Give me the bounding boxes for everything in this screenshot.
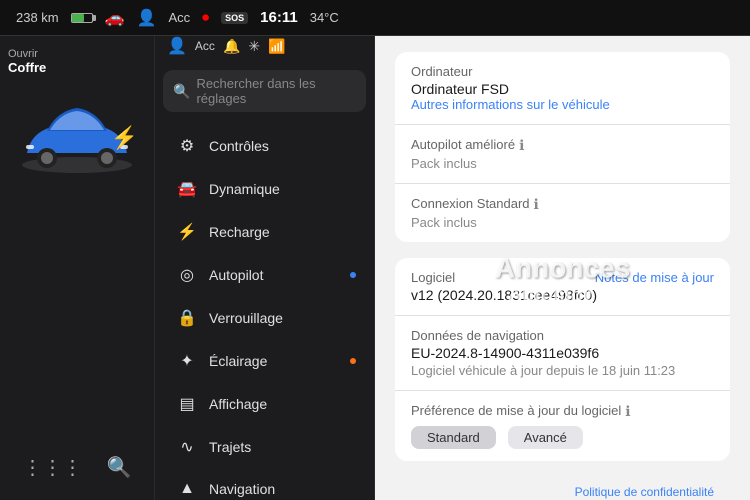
sidebar-label-eclairage: Éclairage (209, 353, 267, 369)
standard-option[interactable]: Standard (411, 426, 496, 449)
connexion-label: Connexion Standard (411, 196, 530, 211)
bell-icon: 🔔 (223, 38, 240, 55)
software-version: v12 (2024.20.1831cee498fc0) (411, 287, 714, 303)
settings-sidebar: 👤 Acc 🔔 ✳ 📶 🔍 Rechercher dans les réglag… (155, 36, 375, 500)
account-label: Acc (168, 10, 190, 25)
software-label: Logiciel (411, 270, 455, 285)
vehicle-info-link[interactable]: Autres informations sur le véhicule (411, 97, 714, 112)
software-header-row: Logiciel Notes de mise à jour (411, 270, 714, 287)
search-placeholder: Rechercher dans les réglages (196, 76, 356, 106)
sidebar-item-recharge[interactable]: ⚡ Recharge (161, 211, 368, 253)
preference-item: Préférence de mise à jour du logiciel ℹ … (395, 391, 730, 461)
sidebar-label-dynamique: Dynamique (209, 181, 280, 197)
computer-label: Ordinateur (411, 64, 714, 79)
sidebar-item-autopilot[interactable]: ◎ Autopilot (161, 254, 368, 296)
battery-indicator (71, 13, 93, 23)
search-bar[interactable]: 🔍 Rechercher dans les réglages (163, 70, 366, 112)
affichage-icon: ▤ (177, 394, 197, 414)
bottom-navigation: ⋮⋮⋮ 🔍 (23, 455, 132, 488)
autopilot-label: Autopilot amélioré (411, 137, 515, 152)
update-options: Standard Avancé (411, 426, 714, 449)
verrouillage-icon: 🔒 (177, 308, 197, 328)
autopilot-info-icon[interactable]: ℹ (519, 137, 524, 154)
autopilot-dot (350, 272, 356, 278)
advanced-option[interactable]: Avancé (508, 426, 583, 449)
sidebar-label-verrouillage: Verrouillage (209, 310, 283, 326)
signal-icon: 📶 (268, 38, 285, 55)
search-icon: 🔍 (173, 83, 190, 100)
car-panel: Ouvrir Coffre ⚡ (0, 36, 155, 500)
content-panel: Ordinateur Ordinateur FSD Autres informa… (375, 36, 750, 500)
nav-items-list: ⚙ Contrôles 🚘 Dynamique ⚡ Recharge ◎ Autopilot 🔒… (155, 120, 374, 500)
car-image: ⚡ (12, 93, 142, 183)
sos-badge: SOS (221, 12, 248, 24)
search-nav-icon[interactable]: 🔍 (107, 455, 132, 480)
preference-info-icon[interactable]: ℹ (625, 403, 630, 420)
nav-data-sub: Logiciel véhicule à jour depuis le 18 ju… (411, 363, 714, 378)
connexion-value: Pack inclus (411, 215, 714, 230)
sidebar-item-controles[interactable]: ⚙ Contrôles (161, 125, 368, 167)
sidebar-label-recharge: Recharge (209, 224, 270, 240)
autopilot-value: Pack inclus (411, 156, 714, 171)
home-icon[interactable]: ⋮⋮⋮ (23, 455, 83, 480)
account-icon: 👤 (137, 8, 157, 28)
preference-label: Préférence de mise à jour du logiciel (411, 403, 621, 418)
top-status-row: 👤 Acc 🔔 ✳ 📶 (155, 36, 374, 62)
account-icon-2: 👤 (167, 36, 187, 56)
connexion-item: Connexion Standard ℹ Pack inclus (395, 184, 730, 242)
eclairage-icon: ✦ (177, 351, 197, 371)
sidebar-item-dynamique[interactable]: 🚘 Dynamique (161, 168, 368, 210)
record-icon: ⏺ (202, 9, 209, 26)
software-item: Logiciel Notes de mise à jour v12 (2024.… (395, 258, 730, 316)
controles-icon: ⚙ (177, 136, 197, 156)
lightning-icon: ⚡ (111, 125, 138, 151)
odometer: 238 km (16, 10, 59, 25)
sidebar-item-navigation[interactable]: ▲ Navigation (161, 469, 368, 500)
trajets-icon: ∿ (177, 437, 197, 457)
sidebar-label-trajets: Trajets (209, 439, 251, 455)
computer-section: Ordinateur Ordinateur FSD Autres informa… (395, 52, 730, 242)
bluetooth-icon: ✳ (248, 38, 260, 55)
sidebar-item-trajets[interactable]: ∿ Trajets (161, 426, 368, 468)
computer-item: Ordinateur Ordinateur FSD Autres informa… (395, 52, 730, 125)
car-name[interactable]: Coffre (8, 60, 46, 75)
sidebar-label-navigation: Navigation (209, 481, 275, 497)
status-bar: 238 km 🚗 👤 Acc ⏺ SOS 16:11 34°C (0, 0, 750, 36)
watermark-wrapper: Ordinateur Ordinateur FSD Autres informa… (395, 52, 730, 500)
confidentialite-link[interactable]: Politique de confidentialité (575, 485, 714, 499)
sidebar-item-affichage[interactable]: ▤ Affichage (161, 383, 368, 425)
sidebar-label-autopilot: Autopilot (209, 267, 263, 283)
sidebar-label-controles: Contrôles (209, 138, 269, 154)
notes-link[interactable]: Notes de mise à jour (595, 270, 714, 285)
dynamique-icon: 🚘 (177, 179, 197, 199)
autopilot-item: Autopilot amélioré ℹ Pack inclus (395, 125, 730, 184)
nav-data-item: Données de navigation EU-2024.8-14900-43… (395, 316, 730, 391)
temperature: 34°C (310, 10, 339, 25)
battery-fill (72, 14, 84, 22)
sidebar-label-affichage: Affichage (209, 396, 267, 412)
clock: 16:11 (260, 9, 298, 26)
confidentialite-row: Politique de confidentialité (395, 477, 730, 500)
nav-data-value: EU-2024.8-14900-4311e039f6 (411, 345, 714, 361)
eclairage-dot (350, 358, 356, 364)
account-label-2: Acc (195, 39, 215, 53)
main-layout: Ouvrir Coffre ⚡ (0, 36, 750, 500)
sidebar-item-verrouillage[interactable]: 🔒 Verrouillage (161, 297, 368, 339)
car-icon: 🚗 (105, 8, 125, 28)
recharge-icon: ⚡ (177, 222, 197, 242)
navigation-icon: ▲ (177, 480, 197, 498)
autopilot-icon: ◎ (177, 265, 197, 285)
software-section: Logiciel Notes de mise à jour v12 (2024.… (395, 258, 730, 461)
connexion-info-icon[interactable]: ℹ (534, 196, 539, 213)
nav-data-label: Données de navigation (411, 328, 714, 343)
computer-value: Ordinateur FSD (411, 81, 714, 97)
sidebar-item-eclairage[interactable]: ✦ Éclairage (161, 340, 368, 382)
open-label: Ouvrir (8, 48, 38, 60)
